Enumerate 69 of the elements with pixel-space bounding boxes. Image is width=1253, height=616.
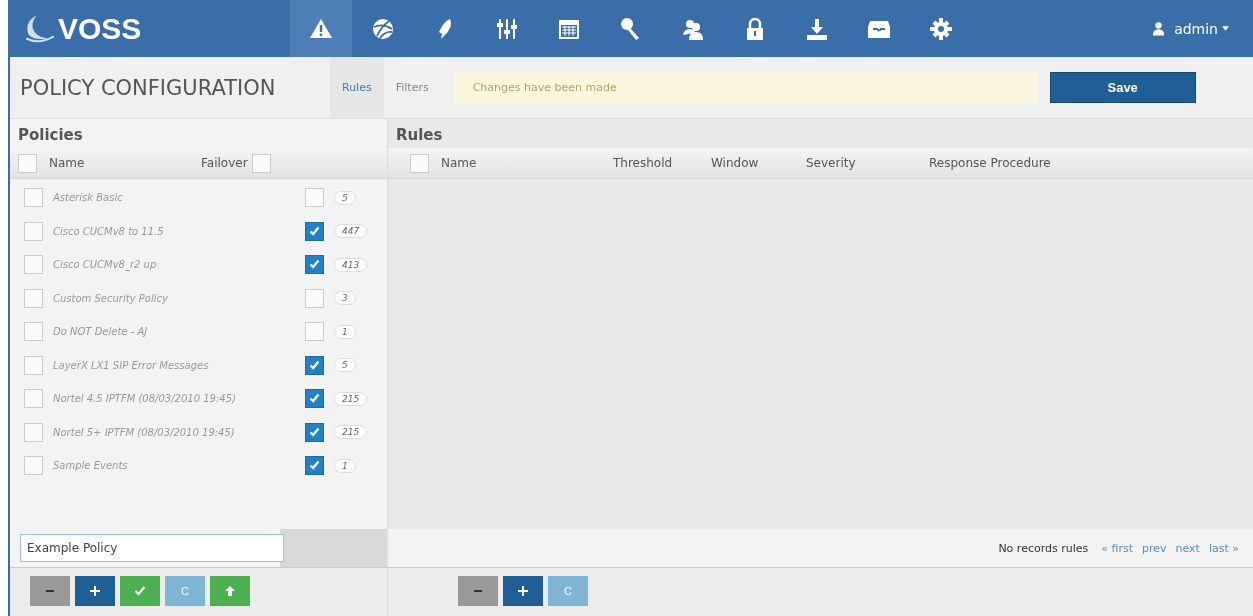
notice-bar: Changes have been made: [452, 71, 1038, 104]
settings-icon: [929, 16, 953, 41]
globe-icon: [371, 16, 395, 41]
plus-icon: [517, 585, 529, 597]
toolbar-button[interactable]: C: [165, 576, 205, 606]
checkbox[interactable]: [305, 456, 324, 476]
check-button[interactable]: [120, 576, 160, 606]
checkbox[interactable]: [305, 422, 324, 442]
caret-icon: [1222, 26, 1229, 31]
save-button[interactable]: Save: [1049, 72, 1196, 103]
checkbox[interactable]: [305, 389, 324, 409]
check-icon: [308, 459, 321, 473]
count-badge: 5: [334, 190, 356, 205]
tab[interactable]: Filters: [383, 57, 441, 118]
checkbox[interactable]: [305, 255, 324, 275]
policy-name[interactable]: Sample Events: [53, 460, 305, 472]
nav-tab[interactable]: [290, 0, 352, 57]
count-badge: 215: [334, 391, 368, 406]
policy-name[interactable]: Nortel 4.5 IPTFM (08/03/2010 19:45): [53, 393, 305, 405]
check-icon: [308, 224, 321, 238]
check-icon: [308, 392, 321, 406]
check-icon: [308, 425, 321, 439]
sliders-icon: [495, 16, 519, 41]
count-badge: 215: [334, 425, 368, 440]
policy-name[interactable]: LayerX LX1 SIP Error Messages: [53, 359, 305, 371]
check-icon: [308, 258, 321, 272]
policy-name[interactable]: Cisco CUCMv8_r2 up: [53, 259, 305, 271]
up-icon: [224, 585, 236, 597]
toolbar-button[interactable]: C: [548, 576, 588, 606]
count-badge: 447: [334, 224, 368, 239]
count-badge: 1: [334, 458, 356, 473]
column-header: Response Procedure: [929, 156, 1051, 170]
status-text: No records rules: [998, 541, 1089, 555]
policy-name[interactable]: Custom Security Policy: [53, 292, 305, 304]
policy-name-field[interactable]: Example Policy: [20, 534, 284, 562]
pager-link[interactable]: prev: [1142, 541, 1167, 555]
column-header: Name: [49, 156, 86, 170]
pager-link[interactable]: last »: [1208, 541, 1239, 555]
section-title: Rules: [395, 125, 444, 146]
column-header: Failover: [201, 156, 248, 170]
pager-link[interactable]: next: [1175, 541, 1200, 555]
plus-button[interactable]: [75, 576, 115, 606]
pager-link[interactable]: « first: [1101, 541, 1133, 555]
download-icon: [805, 16, 829, 41]
column-header: Severity: [806, 156, 857, 170]
policy-name[interactable]: Cisco CUCMv8 to 11.5: [53, 225, 305, 237]
user-menu[interactable]: admin: [1145, 19, 1235, 38]
column-header: Window: [711, 156, 760, 170]
check-icon: [308, 358, 321, 372]
checkbox[interactable]: [305, 355, 324, 375]
count-badge: 413: [334, 257, 368, 272]
policy-name[interactable]: Nortel 5+ IPTFM (08/03/2010 19:45): [53, 426, 305, 438]
plus-icon: [89, 585, 101, 597]
policy-name[interactable]: Do NOT Delete - AJ: [53, 326, 305, 338]
up-button[interactable]: [210, 576, 250, 606]
checkbox[interactable]: [305, 221, 324, 241]
column-header: Name: [441, 156, 478, 170]
count-badge: 1: [334, 324, 356, 339]
tab[interactable]: Rules: [330, 57, 384, 118]
section-title: Policies: [17, 125, 84, 146]
count-badge: 3: [334, 291, 356, 306]
count-badge: 5: [334, 358, 356, 373]
plus-button[interactable]: [503, 576, 543, 606]
column-header: Threshold: [613, 156, 674, 170]
user-icon: [1151, 21, 1167, 36]
policy-name[interactable]: Asterisk Basic: [53, 192, 305, 204]
logo-text: VOSS: [58, 11, 142, 46]
page-title: POLICY CONFIGURATION: [19, 75, 277, 100]
check-icon: [134, 585, 146, 597]
